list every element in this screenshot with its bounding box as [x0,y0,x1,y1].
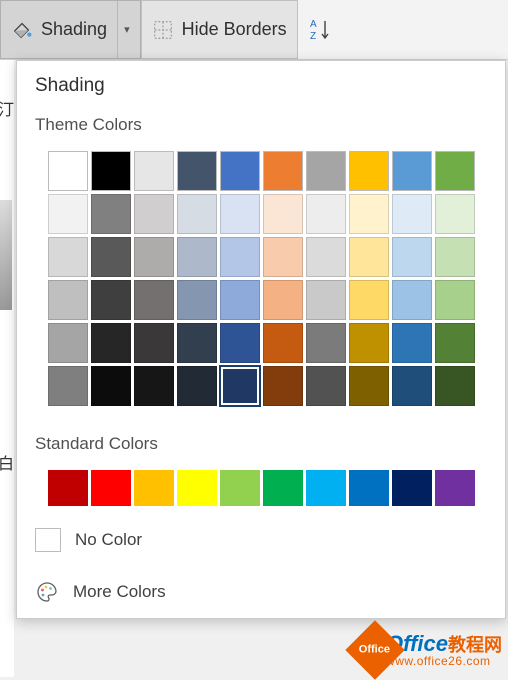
standard-color-swatch[interactable] [48,470,88,506]
standard-color-swatch[interactable] [435,470,475,506]
svg-text:Z: Z [310,31,316,42]
no-color-swatch-icon [35,528,61,552]
theme-color-swatch[interactable] [392,194,432,234]
theme-color-swatch[interactable] [306,194,346,234]
theme-color-swatch[interactable] [220,323,260,363]
svg-text:A: A [310,19,317,30]
doc-char: 白 [0,450,14,474]
theme-color-swatch[interactable] [435,237,475,277]
theme-color-swatch[interactable] [177,323,217,363]
standard-color-swatch[interactable] [392,470,432,506]
theme-color-swatch[interactable] [392,237,432,277]
theme-color-swatch[interactable] [177,194,217,234]
palette-icon [35,580,59,604]
theme-color-swatch[interactable] [91,280,131,320]
theme-color-swatch[interactable] [263,151,303,191]
theme-color-swatch[interactable] [435,194,475,234]
theme-color-swatch[interactable] [177,280,217,320]
standard-color-swatch[interactable] [220,470,260,506]
theme-color-swatch[interactable] [349,323,389,363]
theme-color-swatch[interactable] [349,280,389,320]
theme-color-swatch[interactable] [134,323,174,363]
theme-color-swatch[interactable] [177,366,217,406]
theme-color-swatch[interactable] [435,366,475,406]
theme-color-swatch[interactable] [349,151,389,191]
theme-color-swatch[interactable] [48,280,88,320]
theme-color-swatch[interactable] [48,194,88,234]
hide-borders-button[interactable]: Hide Borders [141,0,298,59]
theme-color-swatch[interactable] [48,366,88,406]
theme-color-swatch[interactable] [177,151,217,191]
theme-color-swatch[interactable] [91,151,131,191]
theme-color-swatch[interactable] [435,323,475,363]
standard-color-swatch[interactable] [349,470,389,506]
standard-color-swatch[interactable] [91,470,131,506]
theme-color-swatch[interactable] [48,151,88,191]
theme-color-swatch[interactable] [134,280,174,320]
theme-color-swatch[interactable] [263,194,303,234]
theme-color-swatch[interactable] [349,194,389,234]
borders-icon [152,19,174,41]
theme-color-swatch[interactable] [435,280,475,320]
shading-flyout: Shading Theme Colors Standard Colors No … [16,60,506,619]
chevron-down-icon[interactable]: ▾ [117,1,130,58]
theme-color-swatch[interactable] [220,237,260,277]
no-color-label: No Color [75,530,142,550]
theme-color-swatch[interactable] [306,237,346,277]
hide-borders-label: Hide Borders [182,19,287,40]
theme-color-swatch[interactable] [263,366,303,406]
watermark: Office Office教程网 www.office26.com [354,629,502,671]
theme-color-swatch[interactable] [392,366,432,406]
theme-color-swatch[interactable] [48,237,88,277]
theme-color-grid [17,139,505,410]
doc-char: 汀 [0,96,14,120]
theme-color-swatch[interactable] [306,323,346,363]
theme-color-swatch[interactable] [349,366,389,406]
theme-color-swatch[interactable] [91,366,131,406]
theme-color-swatch[interactable] [220,194,260,234]
theme-color-swatch[interactable] [306,366,346,406]
watermark-badge-icon: Office [345,620,404,679]
theme-color-swatch[interactable] [220,366,260,406]
theme-color-swatch[interactable] [392,323,432,363]
theme-color-swatch[interactable] [435,151,475,191]
more-colors-option[interactable]: More Colors [17,566,505,618]
theme-color-swatch[interactable] [220,280,260,320]
theme-color-swatch[interactable] [134,194,174,234]
standard-color-row [17,458,505,514]
theme-color-swatch[interactable] [91,237,131,277]
standard-color-swatch[interactable] [263,470,303,506]
theme-color-swatch[interactable] [91,194,131,234]
theme-color-swatch[interactable] [134,366,174,406]
theme-color-swatch[interactable] [220,151,260,191]
theme-color-swatch[interactable] [177,237,217,277]
standard-colors-label: Standard Colors [17,426,505,458]
sort-button[interactable]: A Z [298,0,344,59]
theme-color-swatch[interactable] [392,280,432,320]
sort-az-icon: A Z [310,17,332,43]
theme-color-swatch[interactable] [134,237,174,277]
ribbon-toolbar: Shading ▾ Hide Borders A Z [0,0,508,60]
no-color-option[interactable]: No Color [17,514,505,566]
standard-color-swatch[interactable] [177,470,217,506]
theme-color-swatch[interactable] [306,151,346,191]
theme-color-swatch[interactable] [306,280,346,320]
theme-color-swatch[interactable] [91,323,131,363]
theme-colors-label: Theme Colors [17,107,505,139]
theme-color-swatch[interactable] [349,237,389,277]
theme-color-swatch[interactable] [134,151,174,191]
flyout-title: Shading [17,61,505,107]
more-colors-label: More Colors [73,582,166,602]
shading-label: Shading [41,19,107,40]
theme-color-swatch[interactable] [48,323,88,363]
theme-color-swatch[interactable] [263,237,303,277]
theme-color-swatch[interactable] [263,280,303,320]
theme-color-swatch[interactable] [392,151,432,191]
theme-color-swatch[interactable] [263,323,303,363]
standard-color-swatch[interactable] [134,470,174,506]
standard-color-swatch[interactable] [306,470,346,506]
paint-bucket-icon [11,19,33,41]
shading-button[interactable]: Shading ▾ [0,0,141,59]
